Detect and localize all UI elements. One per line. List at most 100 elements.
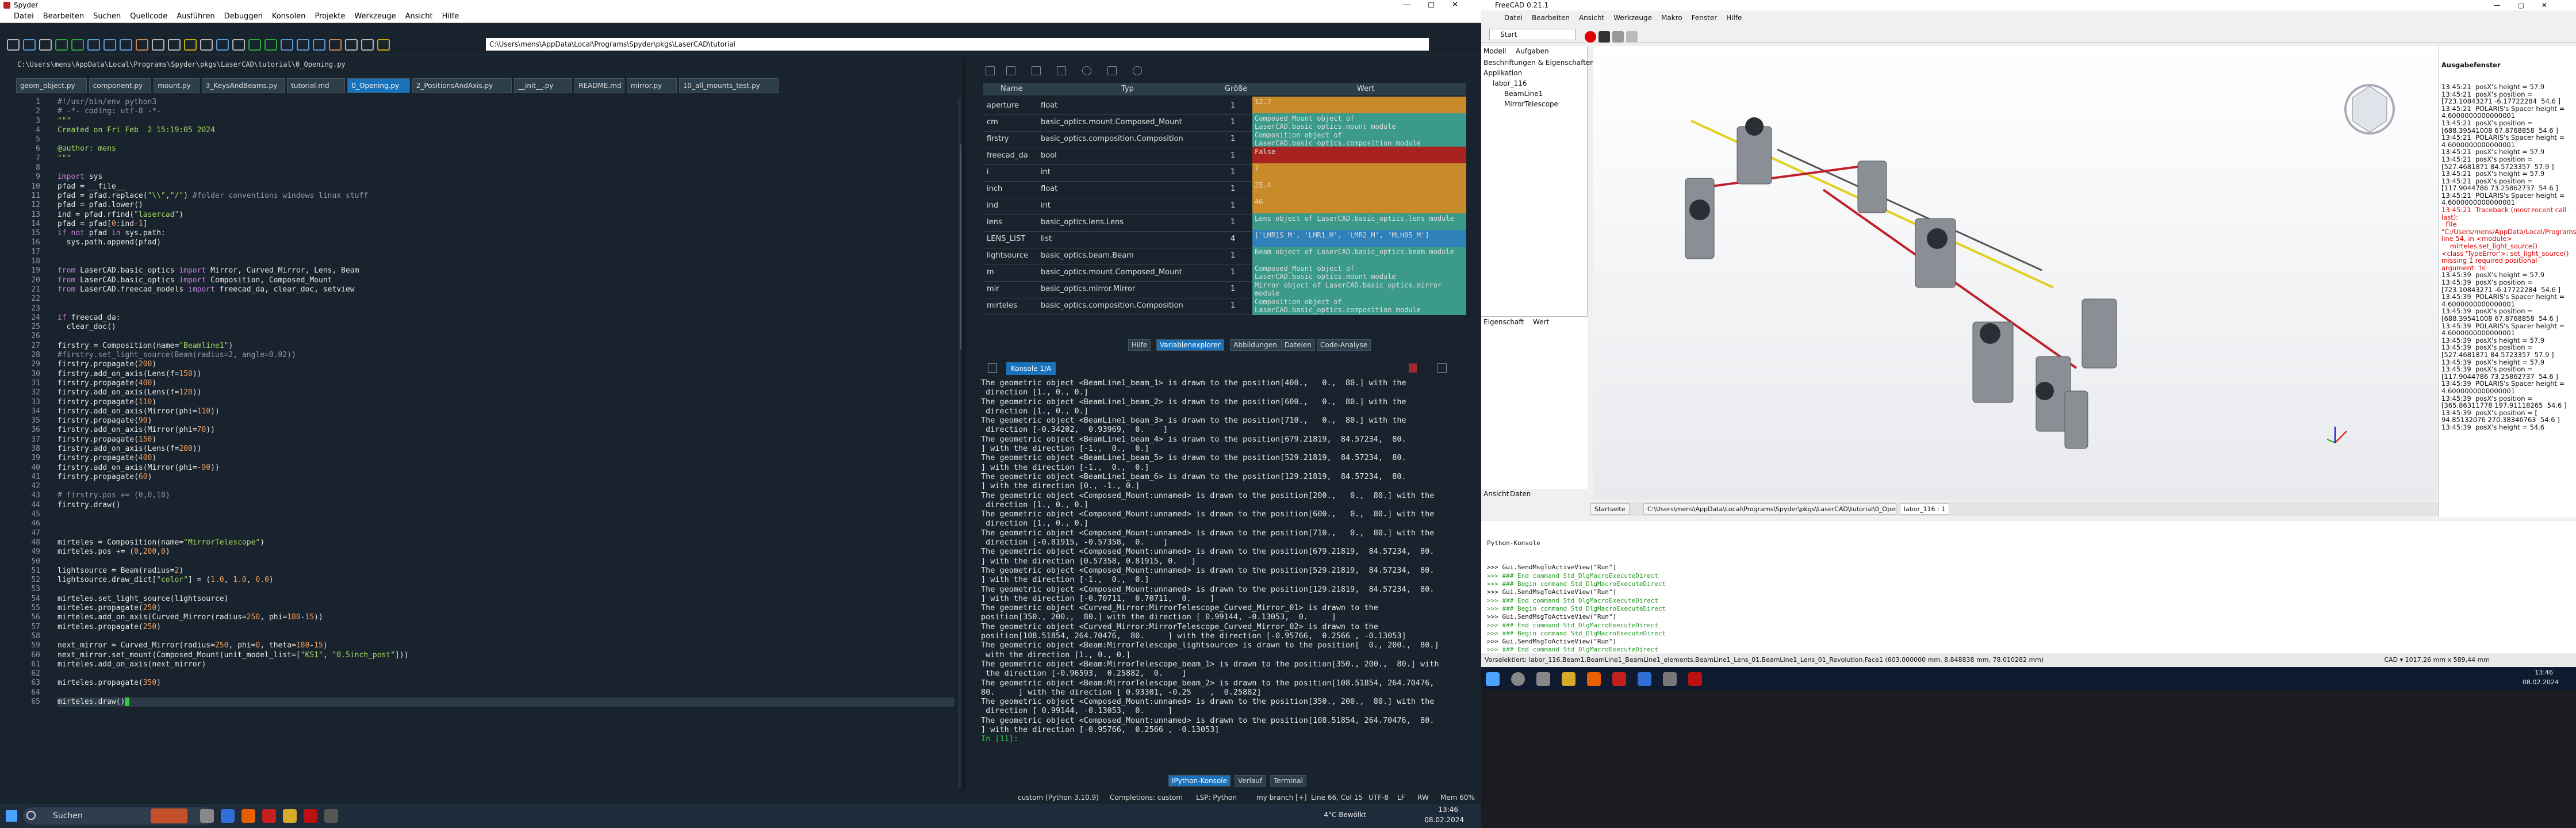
run-icon[interactable] bbox=[55, 39, 68, 51]
code-line[interactable]: # firstry.pos += (0,0,10) bbox=[57, 491, 954, 500]
document-tab[interactable]: C:\Users\mens\AppData\Local\Programs\Spy… bbox=[1643, 503, 1896, 515]
weather[interactable]: 4°C Bewölkt bbox=[1324, 811, 1366, 819]
variable-row[interactable]: cm basic_optics.mount.Composed_Mount 1 Comp… bbox=[983, 113, 1466, 132]
code-line[interactable]: mirteles.set_light_source(lightsource) bbox=[57, 595, 954, 604]
navigation-cube[interactable] bbox=[2344, 84, 2395, 135]
editor-tab[interactable]: mirror.py bbox=[627, 78, 677, 93]
editor-tab[interactable]: 0_Opening.py bbox=[347, 78, 410, 93]
maximize-icon[interactable] bbox=[152, 39, 164, 51]
code-line[interactable]: firstry.propagate(150) bbox=[57, 435, 954, 444]
explorer-icon[interactable] bbox=[1562, 672, 1575, 686]
variable-explorer-tab[interactable]: Variablenexplorer bbox=[1156, 339, 1224, 351]
variable-row[interactable]: lightsource basic_optics.beam.Beam 1 Beam o… bbox=[983, 247, 1466, 265]
variable-row[interactable]: i int 1 7 bbox=[983, 163, 1466, 182]
code-line[interactable] bbox=[57, 135, 954, 144]
code-line[interactable]: if freecad_da: bbox=[57, 313, 954, 323]
col-name[interactable]: Name bbox=[1000, 83, 1022, 95]
run-icon[interactable] bbox=[248, 39, 261, 51]
editor-tab[interactable]: __init__.py bbox=[514, 78, 573, 93]
freecad-menu-item[interactable]: Hilfe bbox=[1726, 14, 1742, 22]
freecad-menu-item[interactable]: Makro bbox=[1661, 14, 1682, 22]
working-directory-input[interactable]: C:\Users\mens\AppData\Local\Programs\Spy… bbox=[486, 38, 1429, 51]
code-line[interactable]: @author: mens bbox=[57, 144, 954, 154]
code-line[interactable] bbox=[57, 304, 954, 313]
code-line[interactable] bbox=[57, 557, 954, 566]
spyder-icon[interactable] bbox=[1688, 672, 1702, 686]
open-file-icon[interactable] bbox=[216, 39, 229, 51]
code-line[interactable]: Created on Fri Feb 2 15:19:05 2024 bbox=[57, 126, 954, 135]
variable-row[interactable]: LENS_LIST list 4 ['LMR1S_M', 'LMR1_M', 'LMR… bbox=[983, 230, 1466, 248]
console-bottom-tab[interactable]: Terminal bbox=[1270, 775, 1306, 787]
status-interpreter[interactable]: custom (Python 3.10.9) bbox=[1018, 791, 1099, 804]
editor-tab[interactable]: mount.py bbox=[154, 78, 200, 93]
edge-icon[interactable] bbox=[221, 809, 235, 823]
navigation-status[interactable]: CAD ▾ 1017,26 mm x 589,44 mm bbox=[2384, 654, 2490, 666]
refresh-icon[interactable] bbox=[1133, 66, 1142, 75]
freecad-window-controls[interactable]: —▢✕ bbox=[2494, 0, 2564, 10]
save-as-icon[interactable] bbox=[1032, 66, 1041, 75]
run-selection-icon[interactable] bbox=[281, 39, 293, 51]
menu-item[interactable]: Datei bbox=[14, 12, 34, 21]
pane-splitter[interactable] bbox=[961, 57, 966, 793]
variable-explorer-tab[interactable]: Hilfe bbox=[1128, 339, 1151, 351]
python-path-icon[interactable] bbox=[184, 39, 197, 51]
code-line[interactable]: """ bbox=[57, 154, 954, 163]
clock-date-2[interactable]: 08.02.2024 bbox=[2523, 678, 2559, 686]
menu-item[interactable]: Ansicht bbox=[405, 12, 433, 21]
code-line[interactable]: mirteles.pos += (0,200,0) bbox=[57, 547, 954, 557]
code-line[interactable]: firstry.propagate(110) bbox=[57, 398, 954, 407]
spyder-icon[interactable] bbox=[304, 809, 317, 823]
import-icon[interactable] bbox=[986, 66, 995, 75]
code-line[interactable]: firstry.add_on_axis(Lens(f=200)) bbox=[57, 444, 954, 454]
menu-item[interactable]: Hilfe bbox=[442, 12, 459, 21]
preferences-icon[interactable] bbox=[168, 39, 181, 51]
editor-tab[interactable]: 3_KeysAndBeams.py bbox=[201, 78, 285, 93]
editor-tab[interactable]: 10_all_mounts_test.py bbox=[678, 78, 779, 93]
code-line[interactable]: mirteles.propagate(250) bbox=[57, 604, 954, 613]
code-line[interactable]: lightsource.draw_dict["color"] = (1.0, 1… bbox=[57, 576, 954, 585]
code-line[interactable] bbox=[57, 248, 954, 257]
clock-date[interactable]: 08.02.2024 bbox=[1424, 816, 1464, 824]
code-line[interactable]: sys.path.append(pfad) bbox=[57, 238, 954, 247]
code-line[interactable]: pfad = pfad[0:ind-1] bbox=[57, 220, 954, 229]
stop-icon[interactable] bbox=[1409, 363, 1417, 373]
menu-item[interactable]: Projekte bbox=[315, 12, 345, 21]
code-line[interactable]: firstry.draw() bbox=[57, 501, 954, 510]
menu-item[interactable]: Werkzeuge bbox=[354, 12, 396, 21]
code-line[interactable]: """ bbox=[57, 117, 954, 126]
clock-time-2[interactable]: 13:46 bbox=[2535, 669, 2553, 676]
edge-icon[interactable] bbox=[1638, 672, 1651, 686]
code-line[interactable]: firstry.add_on_axis(Mirror(phi=110)) bbox=[57, 407, 954, 416]
python-console[interactable]: Python-Konsole >>> Gui.SendMsgToActiveVi… bbox=[1481, 520, 2576, 653]
run-macro-icon[interactable] bbox=[1626, 31, 1638, 43]
new-file-icon[interactable] bbox=[7, 39, 20, 51]
variable-explorer-tab[interactable]: Code-Analyse bbox=[1317, 339, 1371, 351]
code-line[interactable] bbox=[57, 529, 954, 538]
variable-explorer-tab[interactable]: Abbildungen bbox=[1230, 339, 1281, 351]
editor-tab[interactable]: tutorial.md bbox=[287, 78, 346, 93]
macros-icon[interactable] bbox=[1612, 31, 1624, 43]
code-line[interactable]: import sys bbox=[57, 172, 954, 182]
code-line[interactable]: next_mirror = Curved_Mirror(radius=250, … bbox=[57, 641, 954, 650]
search-icon[interactable] bbox=[1511, 672, 1525, 686]
code-line[interactable]: firstry.add_on_axis(Lens(f=150)) bbox=[57, 370, 954, 379]
code-line[interactable]: mirteles.add_on_axis(next_mirror) bbox=[57, 660, 954, 669]
record-macro-icon[interactable] bbox=[1585, 31, 1596, 43]
menu-item[interactable]: Debuggen bbox=[224, 12, 263, 21]
code-line[interactable]: next_mirror.set_mount(Composed_Mount(uni… bbox=[57, 651, 954, 660]
freecad-menu-item[interactable]: Datei bbox=[1504, 14, 1523, 22]
code-line[interactable] bbox=[57, 332, 954, 341]
menu-item[interactable]: Konsolen bbox=[272, 12, 306, 21]
run-cell-icon[interactable] bbox=[71, 39, 84, 51]
code-line[interactable]: from LaserCAD.basic_optics import Compos… bbox=[57, 276, 954, 285]
widget-icon[interactable] bbox=[151, 808, 187, 823]
code-line[interactable]: firstry.add_on_axis(Mirror(phi=-90)) bbox=[57, 463, 954, 473]
editor-tab[interactable]: geom_object.py bbox=[16, 78, 87, 93]
code-line[interactable]: pfad = pfad.lower() bbox=[57, 201, 954, 210]
freecad-icon[interactable] bbox=[324, 809, 338, 823]
code-line[interactable]: pfad = __file__ bbox=[57, 182, 954, 191]
clock-time[interactable]: 13:46 bbox=[1438, 806, 1458, 814]
stop-macro-icon[interactable] bbox=[1598, 31, 1610, 43]
report-view[interactable]: Ausgabefenster 13:45:21 posX's height = … bbox=[2439, 46, 2576, 518]
workbench-selector[interactable]: Start bbox=[1489, 29, 1575, 40]
